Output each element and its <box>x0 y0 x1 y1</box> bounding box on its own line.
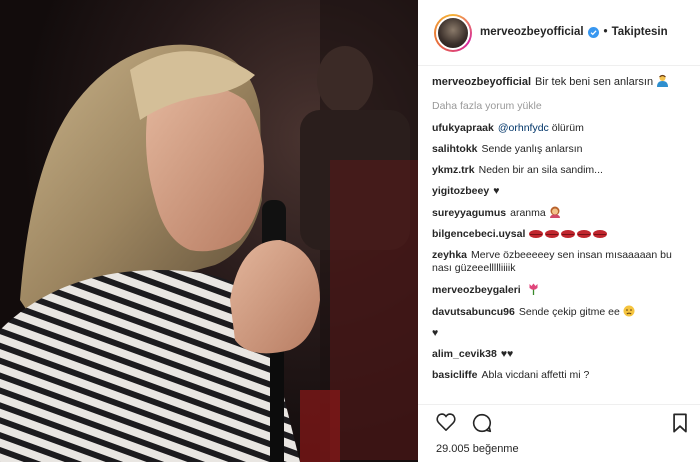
comment-username[interactable]: basicliffe <box>432 369 478 381</box>
comment-username[interactable]: davutsabuncu96 <box>432 306 515 318</box>
comment-item: davutsabuncu96 Sende çekip gitme ee <box>432 305 692 319</box>
comment-item: salihtokk Sende yanlış anlarsın <box>432 143 692 156</box>
lips-emoji-icon <box>529 228 609 240</box>
caption-text: Bir tek beni sen anlarsın <box>535 76 654 88</box>
likes-label: beğenme <box>472 443 519 455</box>
header-username[interactable]: merveozbeyofficial <box>480 26 584 38</box>
comment-text: ♥ <box>493 185 500 197</box>
post-panel: merveozbeyofficial • Takiptesin merveozb… <box>418 0 700 462</box>
comment-username[interactable]: alim_cevik38 <box>432 348 497 360</box>
comment-icon[interactable] <box>472 413 492 433</box>
comment-text: Abla vicdani affetti mi ? <box>481 369 590 381</box>
comment-text: Neden bir an sila sandim... <box>478 164 603 176</box>
comment-item: sureyyagumus aranma <box>432 206 692 220</box>
comment-item: basicliffe Abla vicdani affetti mi ? <box>432 369 692 382</box>
comment-username[interactable]: zeyhka <box>432 249 467 261</box>
comment-item: alim_cevik38 ♥♥ <box>432 348 692 361</box>
comments-list: merveozbeyofficial Bir tek beni sen anlar… <box>432 74 692 390</box>
post-header: merveozbeyofficial • Takiptesin <box>418 0 700 66</box>
comment-item: ♥ <box>432 327 692 340</box>
follow-status-button[interactable]: Takiptesin <box>612 26 668 38</box>
caption-username[interactable]: merveozbeyofficial <box>432 76 531 88</box>
comment-item: bilgencebeci.uysal <box>432 228 692 241</box>
comment-item: zeyhka Merve özbeeeeey sen insan mısaaaaa… <box>432 249 692 275</box>
post-photo[interactable] <box>0 0 418 462</box>
comment-username[interactable]: bilgencebeci.uysal <box>432 228 525 240</box>
photo-illustration <box>0 0 418 462</box>
tulip-emoji-icon <box>529 283 538 295</box>
instagram-post: merveozbeyofficial • Takiptesin merveozb… <box>0 0 700 462</box>
comment-text: ölürüm <box>551 122 584 134</box>
comment-text: Merve özbeeeeey sen insan mısaaaaan bu n… <box>432 249 672 274</box>
person-emoji-icon <box>657 74 669 87</box>
comment-username[interactable]: merveozbeygaleri <box>432 284 521 296</box>
comment-text: Sende çekip gitme ee <box>518 306 620 318</box>
comment-item: merveozbeygaleri <box>432 283 692 297</box>
comment-username[interactable]: yigitozbeey <box>432 185 489 197</box>
comment-item: ufukyapraak @orhnfydc ölürüm <box>432 122 692 135</box>
comment-username[interactable]: ufukyapraak <box>432 122 494 134</box>
separator-dot: • <box>603 26 608 38</box>
avatar[interactable] <box>434 14 472 52</box>
comment-username[interactable]: sureyyagumus <box>432 207 506 219</box>
caption: merveozbeyofficial Bir tek beni sen anlar… <box>432 74 692 90</box>
comment-text: ♥♥ <box>500 348 514 360</box>
bookmark-icon[interactable] <box>672 413 688 433</box>
likes-number: 29.005 <box>436 443 470 455</box>
sad-face-emoji-icon <box>623 305 635 317</box>
verified-badge-icon <box>587 26 599 38</box>
post-actions: 29.005 beğenme <box>418 404 700 462</box>
likes-count[interactable]: 29.005 beğenme <box>436 443 519 455</box>
load-more-comments-link[interactable]: Daha fazla yorum yükle <box>432 100 692 112</box>
comment-mention[interactable]: @orhnfydc <box>498 122 549 134</box>
comment-item: yigitozbeey ♥ <box>432 185 692 198</box>
comment-item: ykmz.trk Neden bir an sila sandim... <box>432 164 692 177</box>
heart-icon[interactable] <box>436 413 456 431</box>
comment-text: ♥ <box>432 327 439 339</box>
comment-username[interactable]: ykmz.trk <box>432 164 475 176</box>
comment-text: aranma <box>510 207 546 219</box>
comment-username[interactable]: salihtokk <box>432 143 478 155</box>
woman-emoji-icon <box>549 206 560 218</box>
comment-text: Sende yanlış anlarsın <box>481 143 583 155</box>
header-info: merveozbeyofficial • Takiptesin <box>480 26 668 38</box>
